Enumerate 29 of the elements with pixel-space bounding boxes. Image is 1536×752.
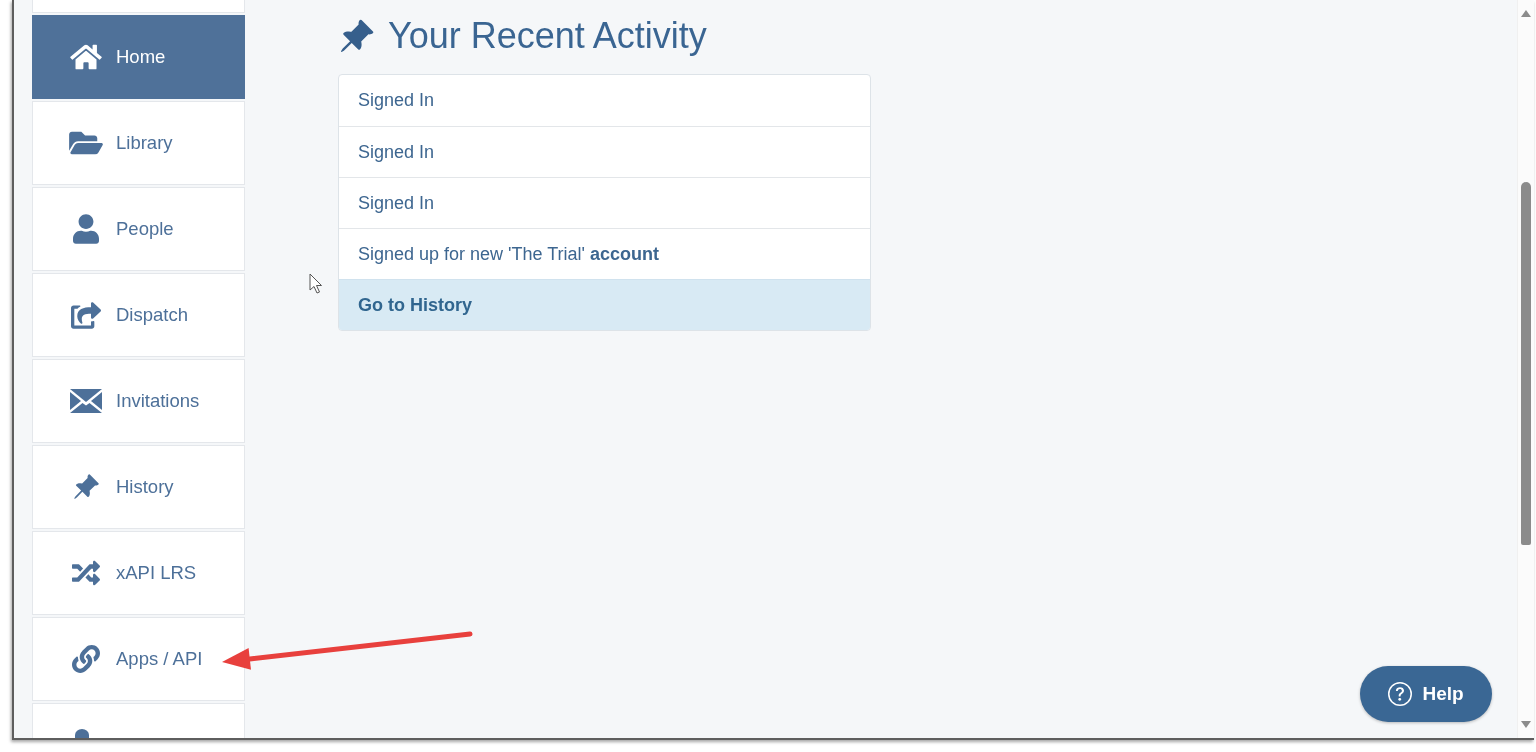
activity-row: Signed In — [339, 126, 870, 177]
scroll-down-icon[interactable] — [1521, 721, 1531, 728]
sidebar-item[interactable]: Home — [32, 15, 245, 99]
sidebar-item[interactable]: History — [32, 445, 245, 529]
sidebar-item[interactable]: Dispatch — [32, 273, 245, 357]
scrollbar[interactable] — [1517, 0, 1534, 738]
pushpin-icon — [72, 473, 100, 501]
home-icon — [70, 43, 102, 71]
sidebar-item[interactable]: Library — [32, 101, 245, 185]
sidebar-item[interactable]: Apps / API — [32, 617, 245, 701]
sidebar-item[interactable]: xAPI LRS — [32, 531, 245, 615]
sidebar-item[interactable]: Invitations — [32, 359, 245, 443]
scroll-up-icon[interactable] — [1521, 10, 1531, 17]
history-link[interactable]: Go to History — [339, 279, 870, 330]
sidebar-item[interactable]: People — [32, 187, 245, 271]
person-icon — [73, 214, 99, 244]
envelope-icon — [70, 389, 102, 413]
activity-row-text: Signed In — [357, 89, 436, 112]
page-title: Your Recent Activity — [388, 16, 707, 56]
scrollbar-thumb[interactable] — [1521, 182, 1531, 545]
shuffle-icon — [70, 559, 102, 587]
mouse-pointer-icon — [309, 273, 323, 294]
link-icon — [72, 645, 100, 673]
help-button[interactable]: Help — [1360, 666, 1492, 722]
help-icon — [1388, 682, 1413, 706]
share-icon — [71, 301, 101, 329]
arch-icon — [72, 729, 92, 738]
activity-row: Signed In — [339, 177, 870, 228]
pushpin-icon — [338, 17, 375, 55]
